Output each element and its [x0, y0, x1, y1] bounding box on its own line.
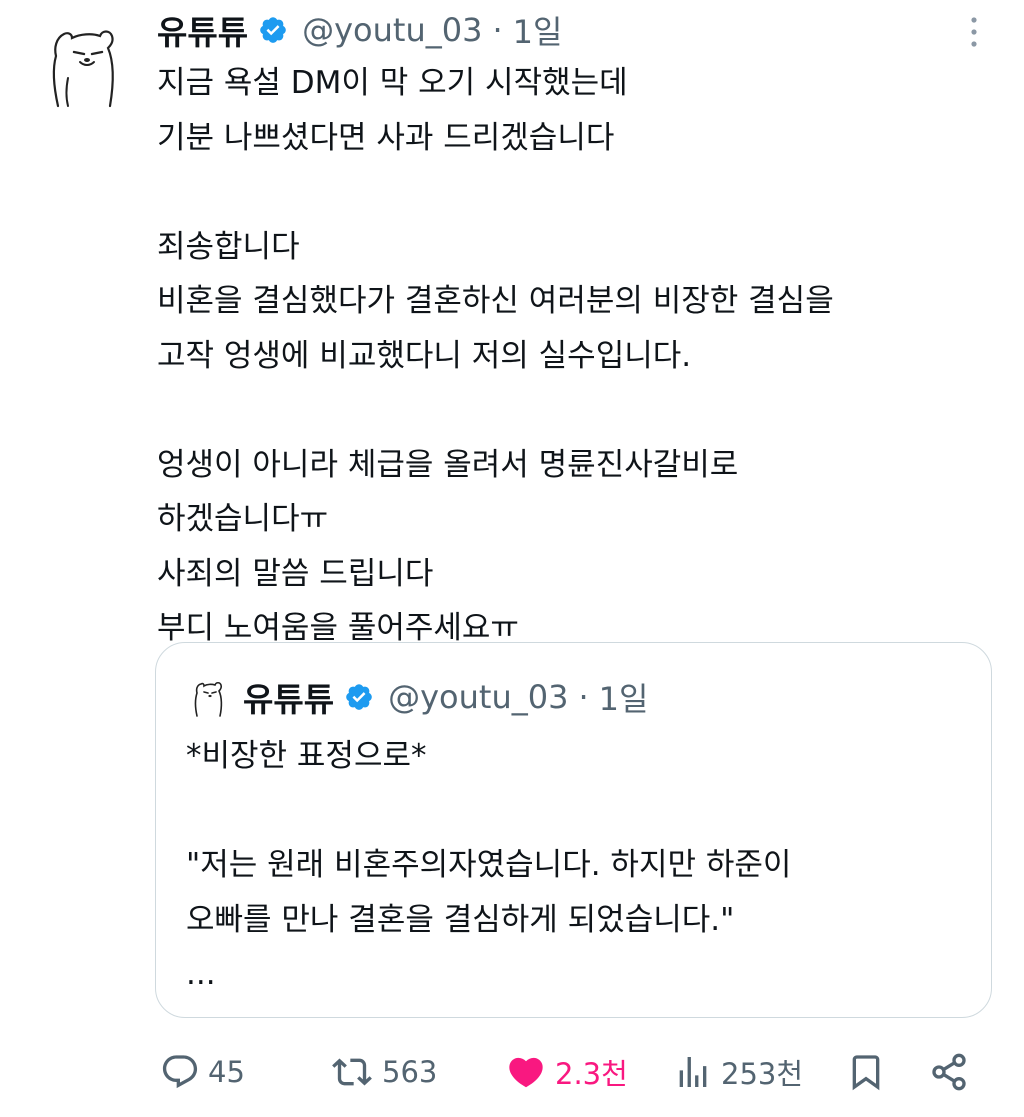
tweet-header: 유튜튜 @youtu_03 · 1일	[157, 6, 562, 54]
tweet-text-line: 하겠습니다ㅠ	[157, 501, 329, 537]
tweet-text-line: 고작 엉생에 비교했다니 저의 실수입니다.	[157, 337, 692, 374]
like-button[interactable]: 2.3천	[505, 1040, 628, 1104]
share-icon	[932, 1053, 966, 1091]
more-options-icon[interactable]	[962, 14, 986, 50]
tweet-text-line: 기분 나쁘셨다면 사과 드리겠습니다	[157, 119, 615, 156]
bear-avatar-icon	[194, 681, 223, 717]
views-icon	[679, 1057, 707, 1087]
quote-text-line: "저는 원래 비혼주의자였습니다. 하지만 하준이	[186, 847, 792, 883]
retweet-count: 563	[382, 1055, 438, 1089]
verified-badge-icon	[346, 684, 372, 710]
author-display-name[interactable]: 유튜튜	[157, 6, 248, 54]
tweet-time[interactable]: 1일	[513, 7, 563, 53]
tweet-text-line: 비혼을 결심했다가 결혼하신 여러분의 비장한 결심을	[157, 283, 834, 319]
separator-dot: ·	[578, 678, 589, 716]
separator-dot: ·	[492, 11, 503, 49]
views-button[interactable]: 253천	[673, 1040, 803, 1104]
reply-count: 45	[208, 1055, 245, 1089]
author-handle[interactable]: @youtu_03	[302, 11, 482, 49]
retweet-button[interactable]: 563	[330, 1040, 437, 1104]
tweet-text: 지금 욕설 DM이 막 오기 시작했는데 기분 나쁘셨다면 사과 드리겠습니다 …	[157, 56, 997, 656]
share-button[interactable]	[929, 1040, 969, 1104]
quote-time: 1일	[598, 680, 649, 718]
quote-tweet-header: 유튜튜 @youtu_03 · 1일	[191, 673, 648, 721]
tweet-text-line	[157, 165, 997, 220]
reply-icon	[162, 1055, 198, 1089]
quote-text-line: ...	[186, 956, 216, 992]
reply-button[interactable]: 45	[160, 1040, 245, 1104]
quote-author-display-name[interactable]: 유튜튜	[243, 673, 334, 721]
quote-tweet-text: *비장한 표정으로* "저는 원래 비혼주의자였습니다. 하지만 하준이 오빠를…	[186, 729, 976, 1002]
bookmark-button[interactable]	[846, 1040, 886, 1104]
quote-text-line: 오빠를 만나 결혼을 결심하게 되었습니다."	[186, 901, 735, 938]
retweet-icon	[332, 1058, 372, 1086]
verified-badge-icon	[260, 17, 286, 43]
quote-text-line: *비장한 표정으로*	[186, 738, 427, 774]
tweet-action-bar: 45 563 2.3천 253천	[0, 1040, 1024, 1110]
quote-tweet-card[interactable]: 유튜튜 @youtu_03 · 1일 *비장한 표정으로* "저는 원래 비혼주…	[155, 642, 992, 1018]
heart-icon	[509, 1057, 543, 1088]
tweet-text-line	[157, 383, 997, 438]
views-count: 253천	[721, 1057, 804, 1091]
tweet-text-line: 엉생이 아니라 체급을 올려서 명륜진사갈비로	[157, 446, 739, 483]
tweet-text-line: 지금 욕설 DM이 막 오기 시작했는데	[157, 65, 628, 101]
bear-avatar-icon[interactable]	[44, 18, 124, 108]
bookmark-icon	[852, 1055, 880, 1091]
like-count: 2.3천	[555, 1057, 628, 1091]
tweet-text-line: 죄송합니다	[157, 228, 300, 265]
quote-author-handle: @youtu_03	[388, 678, 569, 716]
quote-text-line	[186, 784, 976, 839]
tweet-text-line: 사죄의 말씀 드립니다	[157, 555, 434, 592]
